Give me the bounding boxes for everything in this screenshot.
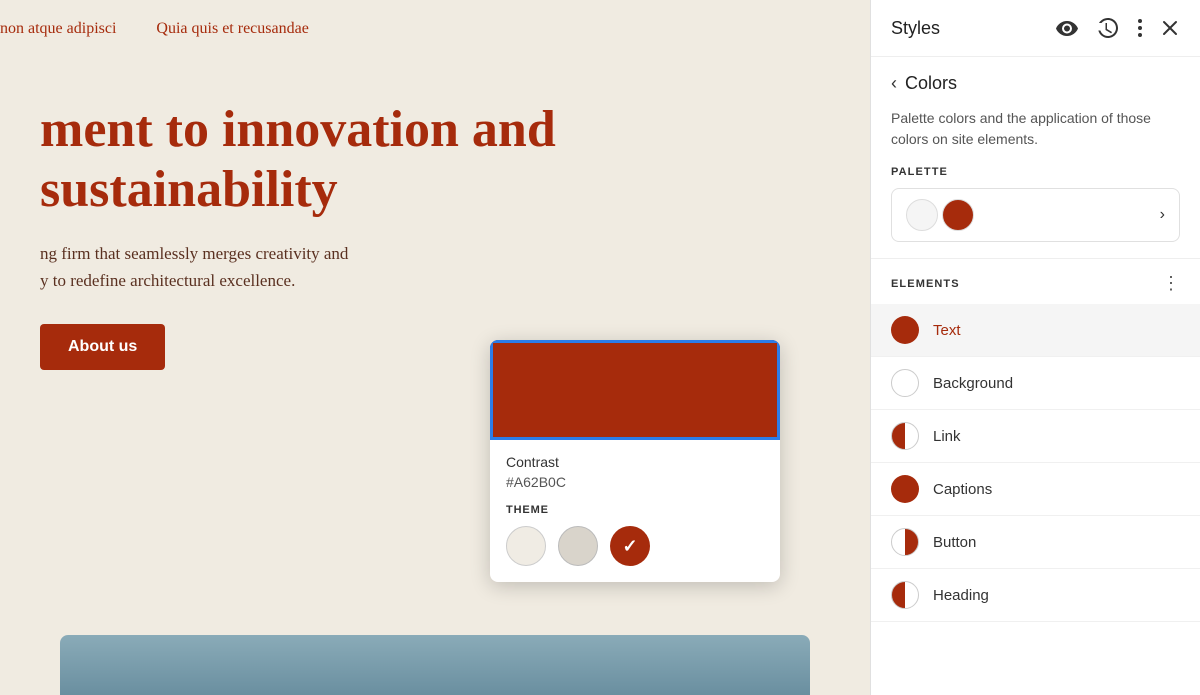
history-icon[interactable] (1096, 16, 1120, 40)
contrast-label: Contrast (506, 454, 764, 470)
colors-section: ‹ Colors Palette colors and the applicat… (871, 57, 1200, 259)
theme-section: THEME ✓ (490, 504, 780, 582)
colors-description: Palette colors and the application of th… (891, 108, 1180, 150)
preview-panel: non atque adipisci Quia quis et recusand… (0, 0, 870, 695)
back-arrow-button[interactable]: ‹ (891, 73, 897, 94)
elements-header: ELEMENTS ⋮ (871, 259, 1200, 304)
elements-label: ELEMENTS (891, 278, 960, 290)
palette-label: PALETTE (891, 166, 1180, 178)
elements-more-button[interactable]: ⋮ (1162, 273, 1180, 294)
element-item-background[interactable]: Background (871, 357, 1200, 410)
styles-header-icons (1054, 16, 1180, 40)
about-us-button[interactable]: About us (40, 324, 165, 370)
color-info: Contrast #A62B0C (490, 440, 780, 504)
palette-circle-filled (942, 199, 974, 231)
preview-heading: ment to innovation and sustainability (40, 100, 556, 220)
element-item-text[interactable]: Text (871, 304, 1200, 357)
color-hex-value: #A62B0C (506, 474, 764, 490)
preview-subtext: ng firm that seamlessly merges creativit… (40, 240, 540, 294)
nav-item-1[interactable]: non atque adipisci (0, 20, 116, 38)
preview-nav: non atque adipisci Quia quis et recusand… (0, 0, 870, 58)
button-element-icon (891, 528, 919, 556)
palette-chevron-icon: › (1160, 206, 1165, 224)
colors-section-title: Colors (905, 73, 957, 94)
captions-element-icon (891, 475, 919, 503)
element-item-captions[interactable]: Captions (871, 463, 1200, 516)
captions-element-label: Captions (933, 481, 992, 498)
preview-icon[interactable] (1054, 18, 1080, 38)
palette-toggle (906, 199, 974, 231)
link-element-label: Link (933, 428, 961, 445)
palette-circle-empty (906, 199, 938, 231)
color-picker-popup: Contrast #A62B0C THEME ✓ (490, 340, 780, 582)
text-element-icon (891, 316, 919, 344)
theme-swatch-mid[interactable] (558, 526, 598, 566)
styles-panel: Styles (870, 0, 1200, 695)
theme-label: THEME (506, 504, 764, 516)
preview-bottom-image (60, 635, 810, 695)
heading-element-label: Heading (933, 587, 989, 604)
heading-element-icon (891, 581, 919, 609)
nav-item-2[interactable]: Quia quis et recusandae (156, 20, 308, 38)
back-row: ‹ Colors (891, 73, 1180, 94)
link-element-icon (891, 422, 919, 450)
color-swatch[interactable] (490, 340, 780, 440)
palette-row[interactable]: › (891, 188, 1180, 242)
element-item-button[interactable]: Button (871, 516, 1200, 569)
styles-title: Styles (891, 18, 940, 39)
theme-swatch-active[interactable]: ✓ (610, 526, 650, 566)
more-options-icon[interactable] (1136, 17, 1144, 39)
text-element-label: Text (933, 322, 961, 339)
element-item-heading[interactable]: Heading (871, 569, 1200, 622)
element-item-link[interactable]: Link (871, 410, 1200, 463)
styles-header: Styles (871, 0, 1200, 57)
background-element-label: Background (933, 375, 1013, 392)
elements-section: ELEMENTS ⋮ Text Background Link Captions… (871, 259, 1200, 695)
close-button[interactable] (1160, 18, 1180, 38)
theme-swatch-light[interactable] (506, 526, 546, 566)
theme-swatches: ✓ (506, 526, 764, 566)
button-element-label: Button (933, 534, 976, 551)
background-element-icon (891, 369, 919, 397)
